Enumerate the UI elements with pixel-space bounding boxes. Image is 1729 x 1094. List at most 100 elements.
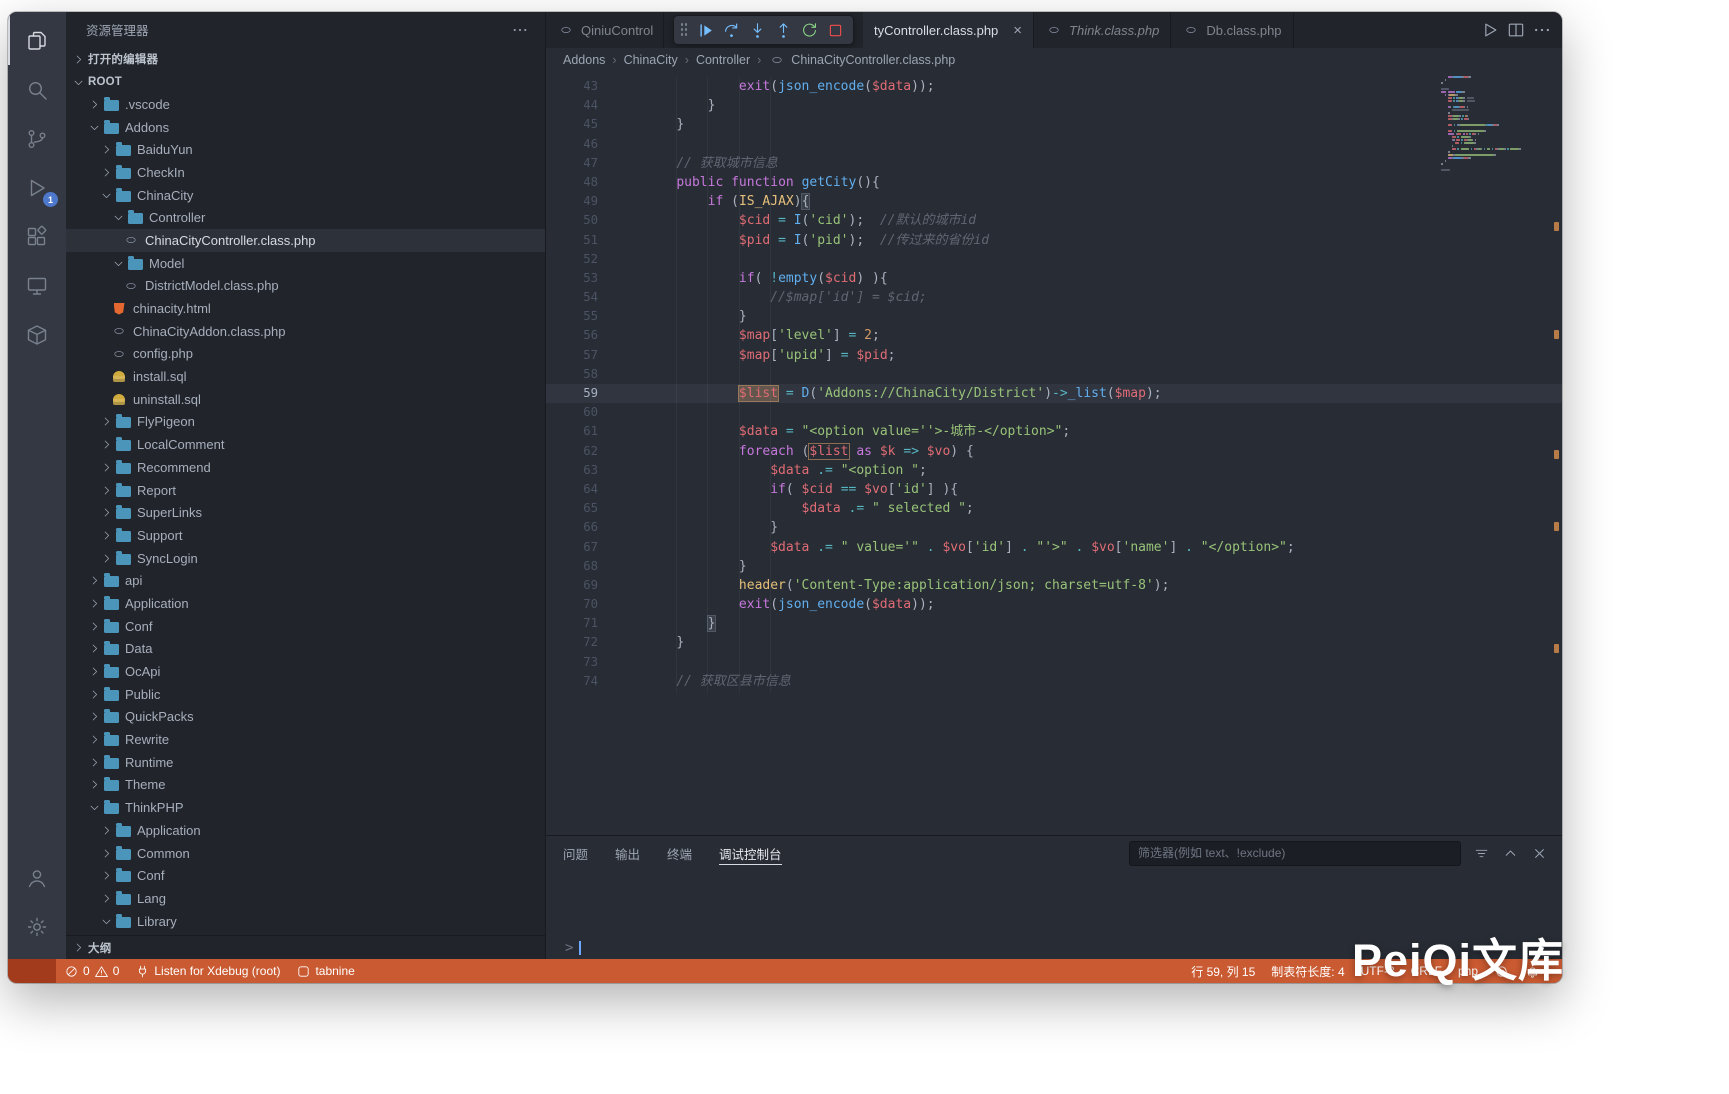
code-line[interactable]: 52 — [546, 250, 1562, 269]
tree-item[interactable]: Conf — [66, 864, 545, 887]
status-language-mode[interactable]: php — [1450, 959, 1486, 983]
status-eol[interactable]: CRLF — [1403, 959, 1450, 983]
code-line[interactable]: 49 if (IS_AJAX){ — [546, 192, 1562, 211]
tree-item[interactable]: Recommend — [66, 456, 545, 479]
tree-item[interactable]: chinacity.html — [66, 297, 545, 320]
tree-item[interactable]: api — [66, 569, 545, 592]
minimap[interactable] — [1438, 76, 1550, 172]
tree-item[interactable]: Addons — [66, 116, 545, 139]
tab-tycontroller-class-php[interactable]: tyController.class.php× — [863, 12, 1034, 48]
root-section[interactable]: ROOT — [66, 71, 545, 93]
activity-settings[interactable] — [8, 902, 66, 951]
code-line[interactable]: 56 $map['level'] = 2; — [546, 326, 1562, 345]
breadcrumb-item[interactable]: ChinaCity — [624, 53, 678, 67]
tree-item[interactable]: SuperLinks — [66, 501, 545, 524]
maximize-panel-icon[interactable] — [1502, 845, 1519, 862]
tree-item[interactable]: ChinaCityController.class.php — [66, 229, 545, 252]
code-line[interactable]: 51 $pid = I('pid'); //传过来的省份id — [546, 231, 1562, 250]
tree-item[interactable]: config.php — [66, 343, 545, 366]
remote-indicator[interactable] — [8, 959, 56, 983]
tree-item[interactable]: uninstall.sql — [66, 388, 545, 411]
code-line[interactable]: 65 $data .= " selected "; — [546, 499, 1562, 518]
code-line[interactable]: 54 //$map['id'] = $cid; — [546, 288, 1562, 307]
run-or-debug-icon[interactable] — [1480, 20, 1500, 40]
status-problems[interactable]: 00 — [56, 959, 127, 983]
activity-run-and-debug[interactable]: 1 — [8, 163, 66, 212]
code-line[interactable]: 64 if( $cid == $vo['id'] ){ — [546, 480, 1562, 499]
panel-tab-终端[interactable]: 终端 — [667, 836, 692, 870]
activity-search[interactable] — [8, 65, 66, 114]
tree-item[interactable]: Model — [66, 252, 545, 275]
status-feedback[interactable] — [1486, 959, 1517, 983]
tree-item[interactable]: Data — [66, 638, 545, 661]
activity-accounts[interactable] — [8, 853, 66, 902]
panel-tab-输出[interactable]: 输出 — [615, 836, 640, 870]
code-line[interactable]: 70 exit(json_encode($data)); — [546, 595, 1562, 614]
step-over-button[interactable] — [719, 18, 743, 42]
code-line[interactable]: 59 $list = D('Addons://ChinaCity/Distric… — [546, 384, 1562, 403]
close-icon[interactable]: × — [1013, 23, 1022, 38]
code-line[interactable]: 47 // 获取城市信息 — [546, 154, 1562, 173]
activity-extensions[interactable] — [8, 212, 66, 261]
tree-item[interactable]: BaiduYun — [66, 138, 545, 161]
status-tabnine[interactable]: tabnine — [288, 959, 362, 983]
tree-item[interactable]: QuickPacks — [66, 706, 545, 729]
code-line[interactable]: 58 — [546, 365, 1562, 384]
drag-handle-icon[interactable] — [680, 22, 687, 38]
tree-item[interactable]: Report — [66, 479, 545, 502]
tree-item[interactable]: Rewrite — [66, 728, 545, 751]
tree-item[interactable]: DistrictModel.class.php — [66, 275, 545, 298]
tree-item[interactable]: Common — [66, 842, 545, 865]
more-actions-icon[interactable] — [511, 21, 529, 39]
code-line[interactable]: 68 } — [546, 557, 1562, 576]
code-line[interactable]: 71 } — [546, 614, 1562, 633]
outline-section[interactable]: 大纲 — [66, 935, 545, 959]
breadcrumb-item[interactable]: ChinaCityController.class.php — [768, 53, 955, 67]
tab-qiniucontrol[interactable]: QiniuControl — [546, 12, 664, 48]
tree-item[interactable]: Lang — [66, 887, 545, 910]
step-out-button[interactable] — [771, 18, 795, 42]
tree-item[interactable]: ChinaCity — [66, 184, 545, 207]
open-editors-section[interactable]: 打开的编辑器 — [66, 47, 545, 71]
panel-tab-问题[interactable]: 问题 — [563, 836, 588, 870]
tree-item[interactable]: ThinkPHP — [66, 796, 545, 819]
debug-console-input[interactable]: > — [546, 937, 1562, 959]
tree-item[interactable]: OcApi — [66, 660, 545, 683]
status-indentation[interactable]: 制表符长度: 4 — [1263, 959, 1352, 983]
status-debug-listen[interactable]: Listen for Xdebug (root) — [127, 959, 288, 983]
activity-source-control[interactable] — [8, 114, 66, 163]
code-line[interactable]: 61 $data = "<option value=''>-城市-</optio… — [546, 422, 1562, 441]
tree-item[interactable]: .vscode — [66, 93, 545, 116]
tree-item[interactable]: install.sql — [66, 365, 545, 388]
activity-remote-explorer[interactable] — [8, 261, 66, 310]
breadcrumb-item[interactable]: Controller — [696, 53, 750, 67]
tree-item[interactable]: Public — [66, 683, 545, 706]
continue-button[interactable] — [693, 18, 717, 42]
panel-filter-input[interactable] — [1129, 841, 1461, 866]
status-cursor-position[interactable]: 行 59, 列 15 — [1183, 959, 1263, 983]
code-line[interactable]: 66 } — [546, 518, 1562, 537]
code-line[interactable]: 53 if( !empty($cid) ){ — [546, 269, 1562, 288]
code-line[interactable]: 67 $data .= " value='" . $vo['id'] . "'>… — [546, 538, 1562, 557]
tree-item[interactable]: Controller — [66, 206, 545, 229]
code-line[interactable]: 57 $map['upid'] = $pid; — [546, 346, 1562, 365]
status-encoding[interactable]: UTF-8 — [1353, 959, 1403, 983]
tree-item[interactable]: FlyPigeon — [66, 411, 545, 434]
more-actions-icon[interactable] — [1532, 20, 1552, 40]
code-line[interactable]: 72 } — [546, 633, 1562, 652]
tree-item[interactable]: SyncLogin — [66, 547, 545, 570]
code-line[interactable]: 60 — [546, 403, 1562, 422]
code-line[interactable]: 73 — [546, 653, 1562, 672]
code-line[interactable]: 63 $data .= "<option "; — [546, 461, 1562, 480]
code-line[interactable]: 45 } — [546, 115, 1562, 134]
code-line[interactable]: 62 foreach ($list as $k => $vo) { — [546, 442, 1562, 461]
restart-button[interactable] — [797, 18, 821, 42]
tree-item[interactable]: Application — [66, 592, 545, 615]
split-editor-icon[interactable] — [1506, 20, 1526, 40]
filter-lines-icon[interactable] — [1473, 845, 1490, 862]
tree-item[interactable]: Runtime — [66, 751, 545, 774]
status-notifications[interactable] — [1517, 959, 1548, 983]
stop-button[interactable] — [823, 18, 847, 42]
tree-item[interactable]: CheckIn — [66, 161, 545, 184]
tree-item[interactable]: Application — [66, 819, 545, 842]
